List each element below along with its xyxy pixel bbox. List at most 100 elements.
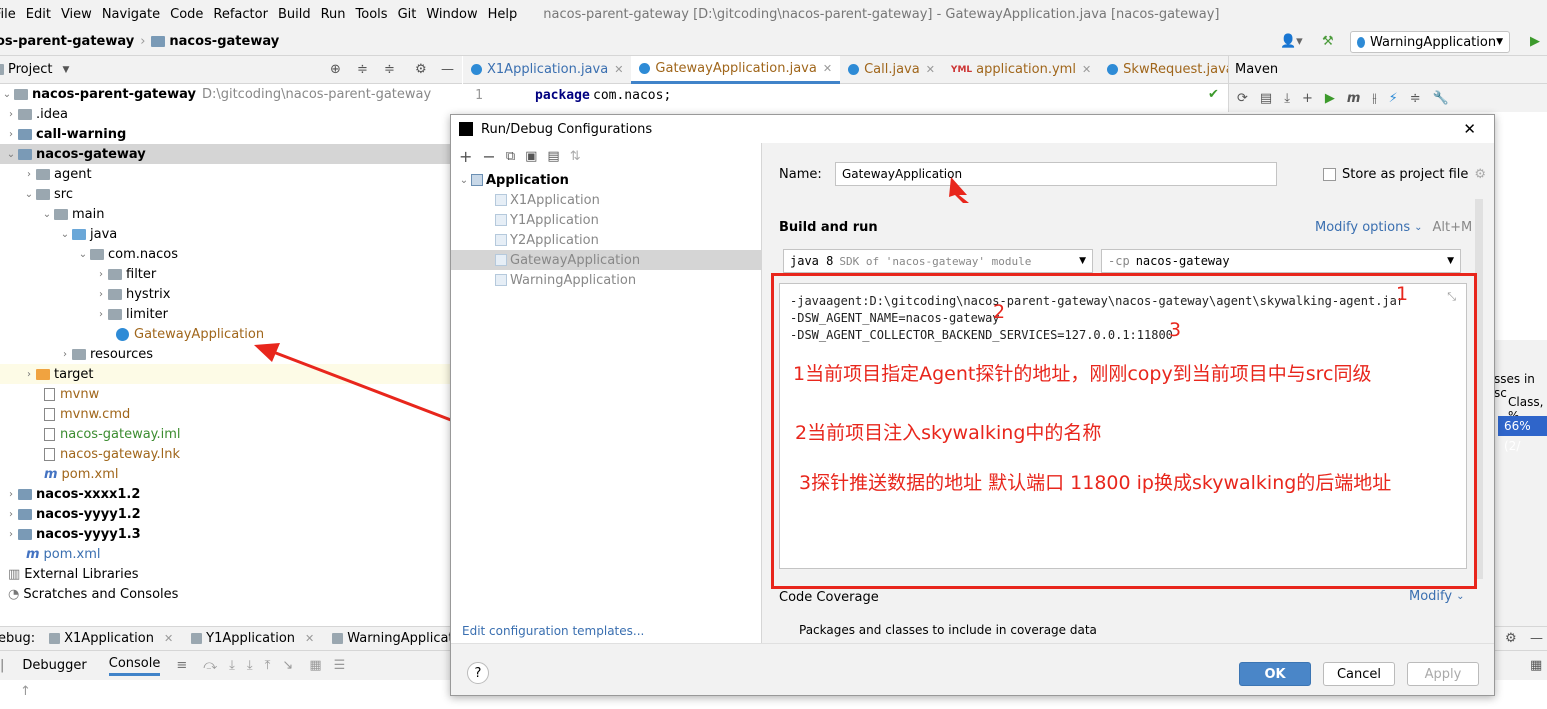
close-icon[interactable]: ✕ bbox=[823, 62, 832, 75]
store-as-project-file[interactable]: Store as project file ⚙ bbox=[1323, 167, 1486, 182]
evaluate-icon[interactable]: ▦ bbox=[309, 658, 321, 673]
step-into-icon[interactable]: ⤓ bbox=[229, 658, 235, 673]
layout-icon[interactable]: ▦ bbox=[1530, 658, 1542, 673]
config-toolbar: + − ⧉ ▣ ▤ ⇅ bbox=[459, 147, 581, 166]
move-into-folder-icon[interactable]: ▤ bbox=[547, 149, 559, 164]
coverage-modify-label: Modify bbox=[1409, 589, 1453, 604]
debug-tab-x1[interactable]: X1Application ✕ bbox=[49, 631, 173, 646]
cp-value: nacos-gateway bbox=[1135, 254, 1230, 268]
skip-tests-icon[interactable]: ⚡ bbox=[1389, 91, 1398, 106]
debug-tab-warning[interactable]: WarningApplicatio bbox=[332, 631, 465, 646]
cancel-button[interactable]: Cancel bbox=[1323, 662, 1395, 686]
tab-skwrequest[interactable]: SkwRequest.java bbox=[1099, 56, 1242, 84]
jdk-hint: SDK of 'nacos-gateway' module bbox=[839, 254, 1032, 268]
config-tree-panel: + − ⧉ ▣ ▤ ⇅ ⌄ Application X1Application … bbox=[451, 143, 762, 643]
close-icon[interactable]: ✕ bbox=[1082, 63, 1091, 76]
code-editor[interactable]: 1 package com.nacos; ✔ bbox=[463, 84, 1228, 114]
reload-icon[interactable]: ⟳ bbox=[1237, 91, 1248, 106]
config-item-label: GatewayApplication bbox=[510, 252, 641, 268]
build-and-run-heading: Build and run bbox=[779, 220, 878, 235]
coverage-packages-label: Packages and classes to include in cover… bbox=[799, 623, 1097, 637]
run-debug-configurations-dialog: Run/Debug Configurations ✕ + − ⧉ ▣ ▤ ⇅ ⌄… bbox=[450, 114, 1495, 696]
hide-icon[interactable]: — bbox=[1530, 631, 1543, 646]
tab-console[interactable]: Console bbox=[108, 656, 161, 676]
modify-shortcut: Alt+M bbox=[1432, 220, 1473, 235]
config-item-y2[interactable]: Y2Application bbox=[451, 230, 762, 250]
close-icon[interactable]: ✕ bbox=[1463, 120, 1476, 138]
debug-tab-label: WarningApplicatio bbox=[347, 631, 466, 646]
tab-label: Call.java bbox=[864, 62, 920, 77]
config-group-label: Application bbox=[486, 172, 569, 188]
debug-config-icon bbox=[49, 633, 61, 644]
ok-button[interactable]: OK bbox=[1239, 662, 1311, 686]
jdk-selector[interactable]: java 8 SDK of 'nacos-gateway' module ▼ bbox=[783, 249, 1093, 273]
help-label: ? bbox=[474, 665, 482, 681]
close-icon[interactable]: ✕ bbox=[614, 63, 623, 76]
toggle-offline-icon[interactable]: ⫲ bbox=[1372, 91, 1376, 106]
application-icon bbox=[471, 174, 483, 186]
add-icon[interactable]: + bbox=[1302, 91, 1313, 106]
up-arrow-icon[interactable]: ↑ bbox=[20, 684, 31, 699]
annotation-text: 2当前项目注入skywalking中的名称 bbox=[795, 422, 1102, 444]
sort-icon[interactable]: ⇅ bbox=[570, 149, 581, 164]
config-item-warning[interactable]: WarningApplication bbox=[451, 270, 762, 290]
close-icon[interactable]: ✕ bbox=[305, 632, 314, 645]
gear-icon[interactable]: ⚙ bbox=[1505, 631, 1517, 646]
wrench-icon[interactable]: 🔧 bbox=[1433, 91, 1449, 106]
gear-icon[interactable]: ⚙ bbox=[1474, 167, 1486, 182]
close-icon[interactable]: ✕ bbox=[164, 632, 173, 645]
config-item-y1[interactable]: Y1Application bbox=[451, 210, 762, 230]
coverage-modify-link[interactable]: Modify ⌄ bbox=[1409, 589, 1464, 604]
tab-label: X1Application.java bbox=[487, 62, 609, 77]
editor-tabs: X1Application.java ✕ GatewayApplication.… bbox=[463, 55, 1297, 84]
tab-x1application[interactable]: X1Application.java ✕ bbox=[463, 56, 631, 84]
add-icon[interactable]: + bbox=[459, 147, 472, 166]
run-to-cursor-icon[interactable]: ↘ bbox=[282, 658, 293, 673]
apply-button[interactable]: Apply bbox=[1407, 662, 1479, 686]
classpath-selector[interactable]: -cp nacos-gateway ▼ bbox=[1101, 249, 1461, 273]
chevron-down-icon: ⌄ bbox=[1414, 222, 1423, 233]
tab-application-yml[interactable]: YML application.yml ✕ bbox=[943, 56, 1099, 84]
force-step-into-icon[interactable]: ⤓ bbox=[247, 658, 253, 673]
maven-goal-icon[interactable]: m bbox=[1347, 91, 1361, 106]
config-item-x1[interactable]: X1Application bbox=[451, 190, 762, 210]
config-group-application[interactable]: ⌄ Application bbox=[457, 170, 569, 190]
modify-options-link[interactable]: Modify options ⌄ Alt+M bbox=[1315, 220, 1472, 235]
copy-icon[interactable]: ⧉ bbox=[506, 149, 515, 164]
name-input[interactable]: GatewayApplication bbox=[835, 162, 1277, 186]
dialog-title-bar: Run/Debug Configurations ✕ bbox=[451, 115, 1494, 143]
debug-tab-label: X1Application bbox=[64, 631, 154, 646]
run-icon[interactable]: ▶ bbox=[1325, 91, 1335, 106]
annotation-pointer bbox=[949, 177, 969, 203]
tab-label: application.yml bbox=[976, 62, 1076, 77]
application-icon bbox=[495, 274, 507, 286]
checkbox[interactable] bbox=[1323, 168, 1336, 181]
tab-gatewayapplication[interactable]: GatewayApplication.java ✕ bbox=[631, 55, 841, 84]
help-button[interactable]: ? bbox=[467, 662, 489, 684]
maven-title: Maven bbox=[1235, 62, 1279, 77]
folder-reload-icon[interactable]: ▤ bbox=[1260, 91, 1272, 106]
tab-debugger[interactable]: Debugger bbox=[22, 658, 86, 673]
maven-header: Maven bbox=[1228, 56, 1547, 84]
close-icon[interactable]: ✕ bbox=[926, 63, 935, 76]
config-item-gateway[interactable]: GatewayApplication bbox=[451, 250, 762, 270]
jdk-value: java 8 bbox=[790, 254, 834, 268]
debug-tab-y1[interactable]: Y1Application ✕ bbox=[191, 631, 314, 646]
application-icon bbox=[495, 234, 507, 246]
download-icon[interactable]: ⤓ bbox=[1284, 91, 1290, 106]
chevron-down-icon: ▼ bbox=[1447, 256, 1454, 266]
tab-call[interactable]: Call.java ✕ bbox=[840, 56, 943, 84]
remove-icon[interactable]: − bbox=[482, 147, 495, 166]
tab-label: SkwRequest.java bbox=[1123, 62, 1234, 77]
step-over-icon[interactable]: ⤼ bbox=[203, 658, 217, 673]
config-item-label: X1Application bbox=[510, 192, 600, 208]
dialog-footer: ? OK Cancel Apply bbox=[451, 643, 1494, 695]
edit-templates-link[interactable]: Edit configuration templates... bbox=[462, 624, 644, 638]
step-out-icon[interactable]: ⤒ bbox=[265, 658, 271, 673]
cp-flag: -cp bbox=[1108, 254, 1130, 268]
trace-icon[interactable]: ☰ bbox=[334, 658, 346, 673]
save-icon[interactable]: ▣ bbox=[525, 149, 537, 164]
collapse-icon[interactable]: ≑ bbox=[1410, 91, 1421, 106]
menu-icon[interactable]: ≡ bbox=[176, 658, 187, 673]
expanded-arrow-icon: ⌄ bbox=[459, 174, 469, 186]
